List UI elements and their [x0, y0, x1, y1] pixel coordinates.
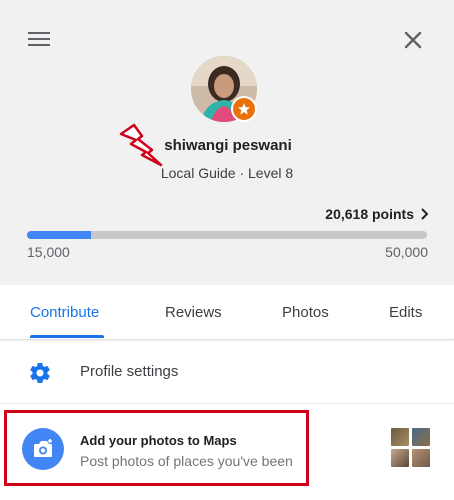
gear-icon	[30, 363, 50, 384]
user-name: shiwangi peswani	[164, 137, 292, 154]
photo-thumbnail	[412, 449, 430, 467]
profile-settings-row[interactable]: Profile settings	[0, 342, 454, 404]
hamburger-menu-icon[interactable]	[28, 30, 50, 48]
chevron-right-icon	[421, 208, 428, 220]
tab-bar: Contribute Reviews Photos Edits	[0, 285, 454, 340]
photo-thumbnail	[412, 428, 430, 446]
add-photos-title: Add your photos to Maps	[80, 433, 237, 448]
points-progress-bar	[27, 231, 427, 239]
photo-thumbnail	[391, 449, 409, 467]
progress-min-label: 15,000	[27, 244, 70, 260]
profile-settings-label: Profile settings	[80, 363, 179, 380]
active-tab-indicator	[30, 335, 104, 338]
tab-reviews[interactable]: Reviews	[165, 285, 222, 340]
tab-edits[interactable]: Edits	[389, 285, 422, 340]
tab-contribute[interactable]: Contribute	[30, 285, 99, 340]
add-photos-subtitle: Post photos of places you've been	[80, 453, 293, 469]
tab-photos[interactable]: Photos	[282, 285, 329, 340]
photo-thumbnail	[391, 428, 409, 446]
progress-max-label: 50,000	[385, 244, 428, 260]
points-text: 20,618 points	[325, 206, 414, 222]
profile-header: shiwangi peswani Local Guide · Level 8 2…	[0, 0, 454, 285]
photo-thumbnails	[391, 428, 431, 468]
avatar[interactable]	[191, 56, 261, 126]
close-icon[interactable]	[401, 28, 425, 52]
progress-fill	[27, 231, 92, 239]
add-photos-row[interactable]: Add your photos to Maps Post photos of p…	[0, 406, 454, 494]
add-photo-camera-icon	[22, 428, 64, 470]
local-guide-star-badge-icon	[231, 96, 257, 122]
points-link[interactable]: 20,618 points	[325, 206, 428, 222]
local-guide-level: Local Guide · Level 8	[160, 165, 294, 181]
